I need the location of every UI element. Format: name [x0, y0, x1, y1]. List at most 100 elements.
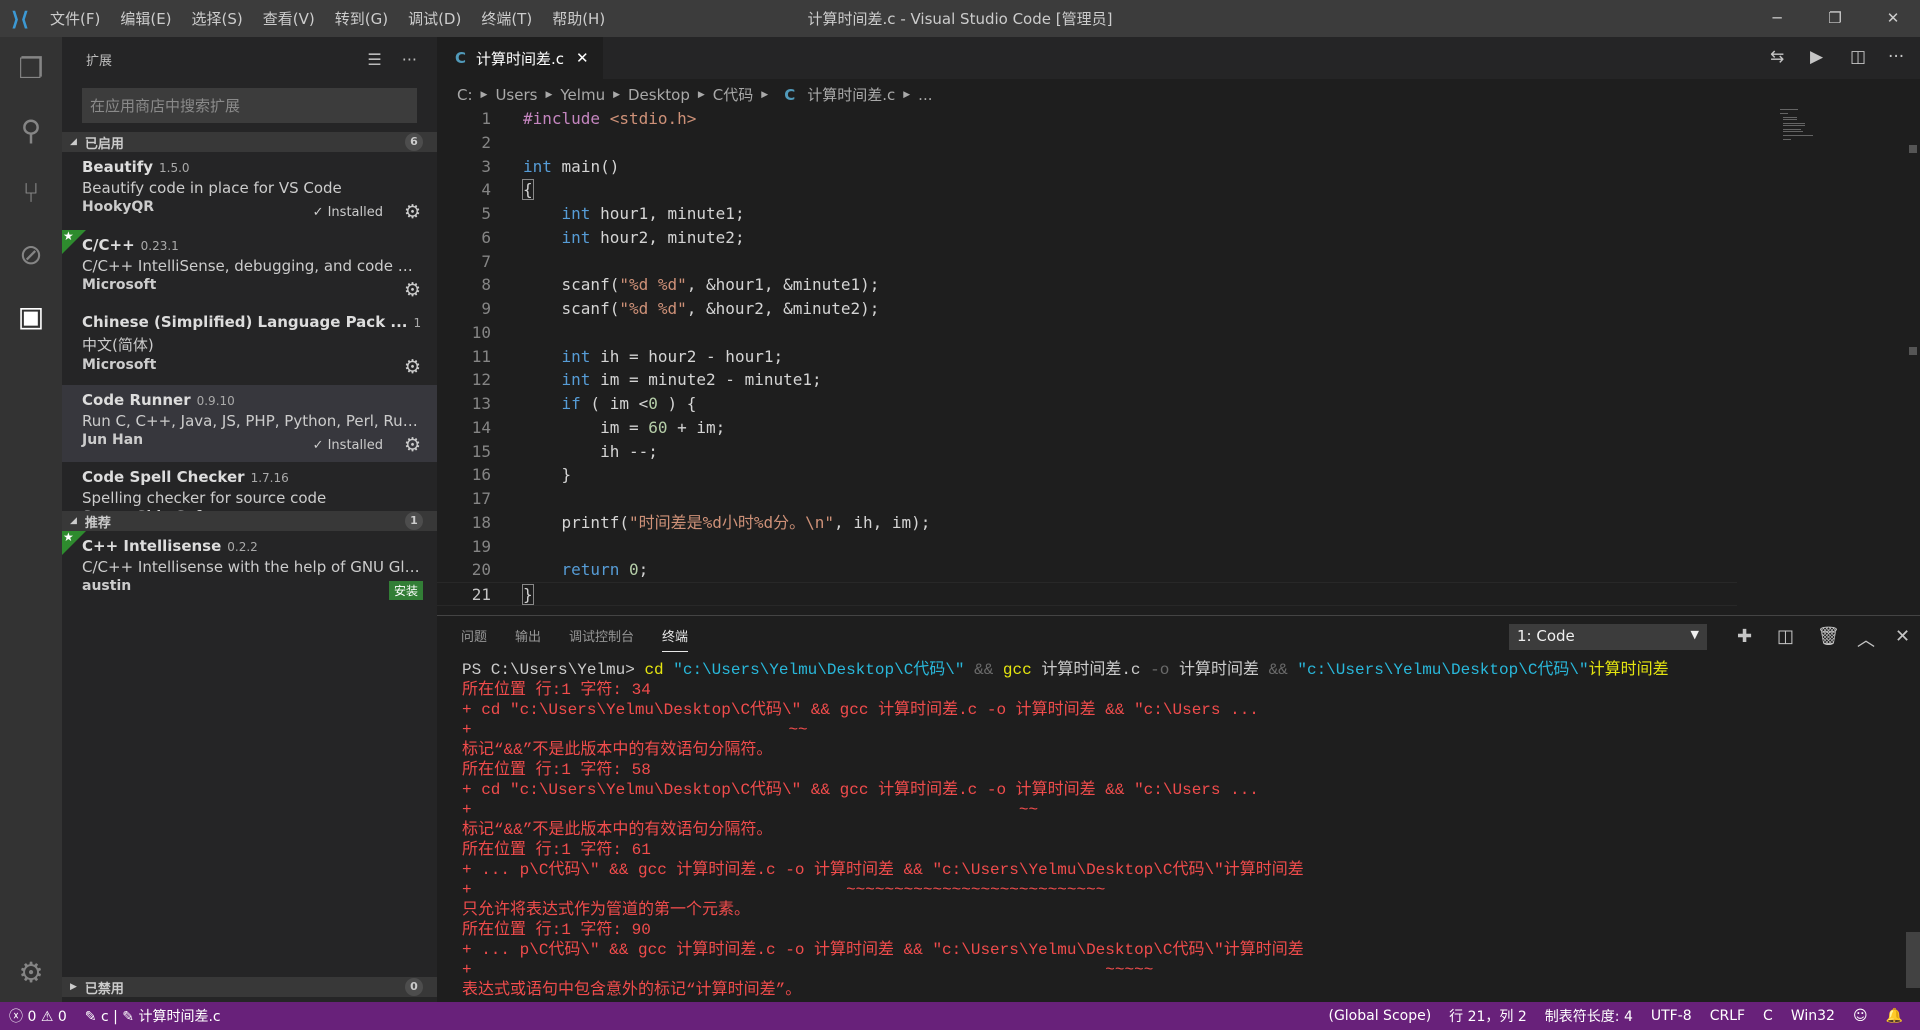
panel-tab-0[interactable]: 问题: [461, 626, 487, 652]
more-actions-icon[interactable]: ···: [1888, 47, 1904, 67]
status-item[interactable]: CRLF: [1701, 1008, 1754, 1024]
manage-gear-icon[interactable]: ⚙: [404, 434, 421, 456]
source-control-icon[interactable]: ⑂: [0, 161, 62, 223]
extension-item[interactable]: ★ C++ Intellisense 0.2.2 C/C++ Intellisense…: [62, 530, 437, 608]
breadcrumb-item[interactable]: C代码: [713, 84, 753, 105]
section-disabled[interactable]: ▶ 已禁用 0: [62, 977, 437, 997]
extension-item[interactable]: Chinese (Simplified) Language Pack ... 1.…: [62, 307, 437, 384]
panel-tab-1[interactable]: 输出: [515, 626, 541, 652]
tab-file[interactable]: C 计算时间差.c ✕: [437, 37, 603, 79]
menu-item[interactable]: 文件(F): [40, 8, 110, 29]
panel-tab-2[interactable]: 调试控制台: [569, 626, 634, 652]
close-tab-icon[interactable]: ✕: [576, 49, 589, 67]
status-item[interactable]: (Global Scope): [1319, 1008, 1440, 1024]
minimize-button[interactable]: ─: [1754, 0, 1800, 37]
breadcrumb-item[interactable]: Users: [495, 86, 537, 104]
restore-button[interactable]: ❐: [1812, 0, 1858, 37]
manage-gear-icon[interactable]: ⚙: [404, 279, 421, 301]
code-line: 21}: [437, 582, 1737, 606]
open-changes-icon[interactable]: ⇆: [1770, 47, 1784, 67]
breadcrumb: C: ▶ Users ▶ Yelmu ▶ Desktop ▶ C代码 ▶ C 计算时间差.c ▶...: [457, 84, 932, 105]
section-enabled[interactable]: ◢ 已启用 6: [62, 132, 437, 152]
status-item[interactable]: UTF-8: [1642, 1008, 1701, 1024]
editor-scrollbar[interactable]: [1906, 107, 1920, 612]
section-recommended[interactable]: ◢ 推荐 1: [62, 511, 437, 531]
line-number: 8: [481, 275, 491, 295]
terminal-token: gcc: [1002, 661, 1042, 679]
breadcrumb-item[interactable]: Yelmu: [560, 86, 605, 104]
breadcrumb-more[interactable]: ...: [918, 86, 932, 104]
chevron-right-icon: ▶: [761, 89, 769, 100]
extension-item[interactable]: Code Spell Checker 1.7.16 Spelling checker…: [62, 462, 437, 511]
extension-version: 0.9.10: [196, 393, 235, 408]
notifications-bell-icon[interactable]: 🔔: [1877, 1008, 1912, 1024]
code-editor[interactable]: 1 #include <stdio.h> 2 3 int main() 4{5 int h…: [437, 107, 1737, 606]
menu-item[interactable]: 帮助(H): [542, 8, 615, 29]
code-line: 4{: [437, 178, 1737, 202]
breadcrumb-item[interactable]: Desktop: [628, 86, 690, 104]
close-panel-icon[interactable]: ✕: [1895, 626, 1910, 647]
more-actions-icon[interactable]: ···: [402, 50, 417, 69]
code-token: im = minute2 - minute1;: [600, 370, 822, 390]
line-number: 17: [471, 489, 491, 508]
menu-item[interactable]: 查看(V): [253, 8, 325, 29]
split-editor-icon[interactable]: ◫: [1850, 47, 1866, 67]
line-number: 7: [481, 251, 491, 271]
menu-item[interactable]: 调试(D): [398, 8, 471, 29]
panel-tab-3[interactable]: 终端: [662, 626, 689, 652]
breadcrumb-file[interactable]: 计算时间差.c: [807, 84, 895, 105]
debug-icon[interactable]: ⊘: [0, 223, 62, 285]
status-item[interactable]: C: [1754, 1008, 1782, 1024]
menu-item[interactable]: 转到(G): [325, 8, 398, 29]
manage-gear-icon[interactable]: ⚙: [404, 201, 421, 223]
explorer-icon[interactable]: ❐: [0, 37, 62, 99]
line-number: 10: [471, 322, 491, 342]
clear-list-icon[interactable]: ☰: [367, 50, 381, 69]
terminal-error-line: 只允许将表达式作为管道的第一个元素。: [462, 901, 751, 919]
extension-item[interactable]: ★ C/C++ 0.23.1 C/C++ IntelliSense, debuggin…: [62, 229, 437, 307]
code-line: 1 #include <stdio.h>: [437, 107, 1737, 131]
feedback-smiley-icon[interactable]: ☺: [1844, 1008, 1877, 1024]
code-token: "%d %d": [619, 299, 687, 318]
terminal-select[interactable]: 1: Code ▼: [1509, 624, 1707, 650]
extension-item[interactable]: Beautify 1.5.0 Beautify code in place for …: [62, 152, 437, 229]
maximize-panel-icon[interactable]: ︿: [1857, 626, 1875, 652]
menu-item[interactable]: 终端(T): [471, 8, 542, 29]
run-code-icon[interactable]: ▶: [1810, 47, 1823, 67]
terminal-error-line: 所在位置 行:1 字符: 90: [462, 921, 651, 939]
line-number: 6: [481, 227, 491, 247]
split-terminal-icon[interactable]: ◫: [1777, 626, 1794, 647]
code-token: "%d %d": [619, 275, 687, 295]
status-item: c: [100, 1009, 109, 1025]
minimap[interactable]: [1780, 107, 1840, 147]
menu-item[interactable]: 编辑(E): [110, 8, 181, 29]
extensions-icon[interactable]: ▣: [0, 285, 62, 347]
terminal-output[interactable]: PS C:\Users\Yelmu> cd "c:\Users\Yelmu\De…: [462, 660, 1669, 1000]
code-line: 10: [437, 321, 1737, 345]
breadcrumb-item[interactable]: C:: [457, 86, 473, 104]
terminal-scrollbar[interactable]: [1906, 932, 1920, 988]
search-icon[interactable]: ⚲: [0, 99, 62, 161]
problems-indicator[interactable]: ⓧ 0 ⚠ 0: [0, 1006, 76, 1026]
status-item[interactable]: 制表符长度: 4: [1536, 1006, 1642, 1026]
c-file-icon: C: [784, 85, 796, 104]
extension-search-input[interactable]: 在应用商店中搜索扩展: [82, 88, 417, 123]
code-token: ;: [638, 560, 649, 580]
code-line: 19: [437, 535, 1737, 559]
status-lang[interactable]: ✎ c | ✎ 计算时间差.c: [76, 1006, 230, 1026]
manage-gear-icon[interactable]: ⚙: [404, 356, 421, 378]
new-terminal-icon[interactable]: ✚: [1737, 626, 1752, 647]
code-token: 60: [648, 417, 668, 437]
close-window-button[interactable]: ✕: [1870, 0, 1916, 37]
install-button[interactable]: 安装: [388, 581, 423, 600]
line-text: int ih = hour2 - hour1;: [491, 345, 784, 369]
extension-item[interactable]: Code Runner 0.9.10 Run C, C++, Java, JS, P…: [62, 384, 437, 462]
settings-gear-icon[interactable]: ⚙: [0, 941, 62, 1003]
status-item[interactable]: Win32: [1782, 1008, 1844, 1024]
kill-terminal-icon[interactable]: 🗑: [1817, 626, 1840, 647]
terminal-token: &&: [1268, 661, 1298, 679]
status-item[interactable]: 行 21，列 2: [1440, 1006, 1536, 1026]
menu-item[interactable]: 选择(S): [182, 8, 253, 29]
